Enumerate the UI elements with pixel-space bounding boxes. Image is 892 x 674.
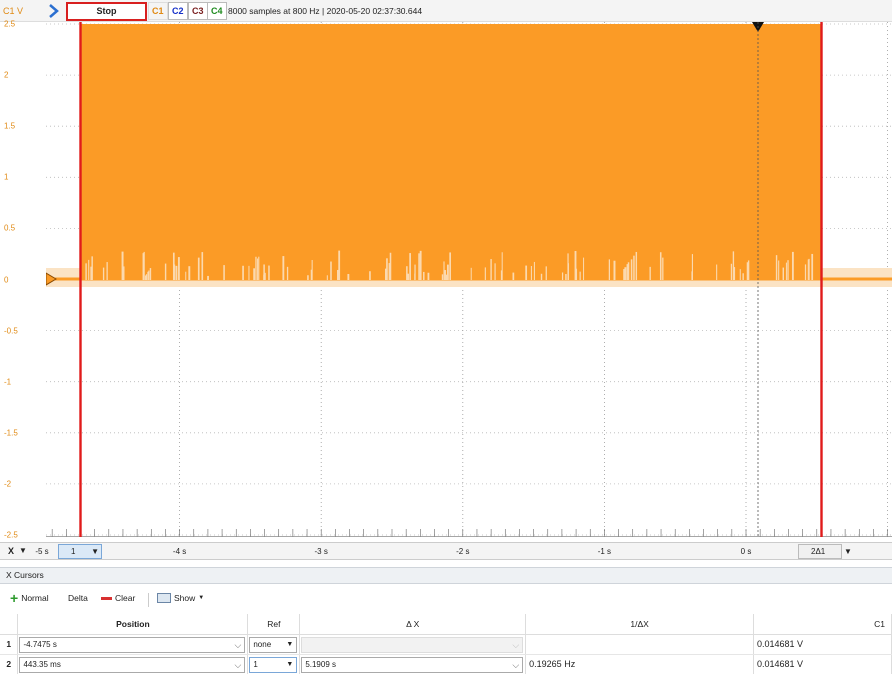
header-index — [0, 614, 19, 635]
y-tick-label: 2.5 — [4, 19, 16, 29]
table-row: 2 443.35 ms ⌵ 1 ▼ 5.1909 s ⌵ 0.19265 Hz 0.0… — [0, 654, 892, 674]
row-number: 2 — [0, 654, 19, 674]
y-tick-label: -2 — [4, 479, 12, 489]
table-row: 1 -4.7475 s ⌵ none ▼ ⌵ 0.014681 V — [0, 634, 892, 655]
toolbar-divider — [148, 593, 149, 607]
chevron-down-icon: ▼ — [91, 547, 99, 556]
position-input[interactable]: 443.35 ms ⌵ — [19, 656, 246, 673]
trace-signal-block — [80, 24, 822, 280]
row-number: 1 — [0, 634, 19, 655]
delta-dropdown-icon[interactable]: ▼ — [844, 544, 856, 559]
cursors-table: Position Ref Δ X 1/ΔX C1 1 -4.7475 s ⌵ no… — [0, 614, 892, 674]
ref-select[interactable]: 1 ▼ — [249, 656, 298, 673]
channel-c4-button[interactable]: C4 — [207, 2, 227, 20]
header-ref: Ref — [247, 614, 301, 635]
dx-input[interactable]: 5.1909 s ⌵ — [301, 656, 524, 673]
chevron-down-icon: ⌵ — [512, 639, 520, 650]
x-tick-label: -1 s — [597, 547, 612, 556]
table-icon — [157, 593, 171, 603]
clear-label: Clear — [115, 593, 136, 603]
play-arrow-icon[interactable] — [48, 4, 60, 18]
position-value: 443.35 ms — [23, 659, 61, 669]
position-input[interactable]: -4.7475 s ⌵ — [19, 636, 246, 653]
delta-selector-value: 2Δ1 — [811, 547, 826, 556]
chevron-down-icon: ▼ — [198, 595, 205, 601]
y-axis: 2.5 2 1.5 1 0.5 0 -0.5 -1 -1.5 -2 -2.5 — [0, 19, 46, 540]
delta-selector[interactable]: 2Δ1 — [798, 544, 842, 559]
x-tick-label: -2 s — [456, 547, 470, 556]
y-tick-label: 1 — [4, 172, 9, 182]
ref-value: none — [253, 639, 272, 649]
header-position: Position — [17, 614, 249, 635]
plus-icon: + — [10, 590, 19, 606]
y-tick-label: -1 — [4, 377, 12, 387]
show-button[interactable]: Show ▼ — [157, 593, 204, 603]
y-tick-label: -0.5 — [4, 326, 18, 336]
inv-dx-value: 0.19265 Hz — [525, 654, 755, 674]
channel-c3-button[interactable]: C3 — [188, 2, 208, 20]
y-tick-label: -2.5 — [4, 530, 18, 540]
y-tick-label: 2 — [4, 70, 9, 80]
dx-input: ⌵ — [301, 636, 524, 653]
c1-value: 0.014681 V — [753, 634, 892, 655]
y-tick-label: -1.5 — [4, 428, 18, 438]
cursor-selector-value: 1 — [71, 547, 76, 556]
chevron-down-icon: ⌵ — [234, 639, 242, 650]
channel-unit-label: C1 V — [3, 6, 24, 16]
y-tick-label: 0.5 — [4, 223, 16, 233]
channel-c1-button[interactable]: C1 — [148, 2, 168, 20]
cursor-selector[interactable]: 1 ▼ — [58, 544, 102, 559]
ref-value: 1 — [253, 659, 258, 669]
dx-value: 5.1909 s — [305, 659, 337, 669]
x-axis-dropdown-icon[interactable]: ▼ — [19, 546, 31, 558]
inv-dx-value — [525, 634, 755, 655]
header-dx: Δ X — [299, 614, 527, 635]
position-value: -4.7475 s — [23, 639, 57, 649]
x-tick-label: -3 s — [314, 547, 328, 556]
x-axis-bar: X ▼ 1 ▼ 2Δ1 ▼ -5 s -4 s -3 s -2 s -1 s 0 s — [0, 542, 892, 560]
table-header-row: Position Ref Δ X 1/ΔX C1 — [0, 614, 892, 635]
chevron-down-icon: ▼ — [286, 640, 294, 648]
y-tick-label: 0 — [4, 275, 9, 284]
normal-label: Normal — [21, 593, 49, 603]
chevron-down-icon: ⌵ — [234, 659, 242, 670]
x-tick-label: 0 s — [740, 547, 752, 556]
acquisition-info: 8000 samples at 800 Hz | 2020-05-20 02:3… — [228, 6, 423, 16]
x-cursors-panel-title: X Cursors — [0, 567, 892, 584]
cursors-toolbar: + Normal Delta Clear Show ▼ — [0, 589, 892, 611]
delta-cursor-button[interactable]: Delta — [68, 593, 88, 603]
minus-icon — [101, 596, 112, 600]
x-tick-label: -5 s — [35, 547, 49, 556]
stop-button[interactable]: Stop — [66, 2, 147, 21]
top-toolbar: C1 V Stop C1 C2 C3 C4 8000 samples at 80… — [0, 0, 892, 22]
channel-c2-button[interactable]: C2 — [168, 2, 188, 20]
clear-cursors-button[interactable]: Clear — [101, 593, 135, 603]
header-c1: C1 — [753, 614, 892, 635]
scope-plot[interactable] — [46, 22, 892, 537]
header-inv-dx: 1/ΔX — [525, 614, 755, 635]
c1-value: 0.014681 V — [753, 654, 892, 674]
normal-cursor-button[interactable]: + Normal — [10, 590, 49, 606]
x-tick-label: -4 s — [172, 547, 187, 556]
chevron-down-icon: ▼ — [286, 660, 294, 668]
x-axis-label: X — [7, 546, 14, 556]
ref-select[interactable]: none ▼ — [249, 636, 298, 653]
chevron-down-icon: ⌵ — [512, 659, 520, 670]
show-label: Show — [174, 593, 196, 603]
y-tick-label: 1.5 — [4, 121, 16, 131]
delta-label: Delta — [68, 593, 88, 603]
